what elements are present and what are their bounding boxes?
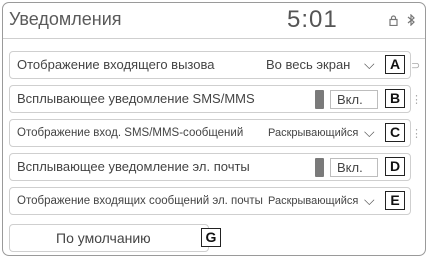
callout-label: B xyxy=(385,89,405,108)
callout-label: E xyxy=(385,191,405,210)
row-label: Отображение вход. SMS/MMS-сообщений xyxy=(17,127,244,139)
callout-label: A xyxy=(385,55,405,74)
toggle-indicator xyxy=(315,90,324,109)
email-display-row[interactable]: Отображение входящих сообщений эл. почты… xyxy=(9,187,411,215)
toggle-indicator xyxy=(315,158,324,177)
callout-label: D xyxy=(385,157,405,176)
status-area xyxy=(383,13,415,29)
scroll-indicator: ⋮ xyxy=(411,128,422,140)
default-button-label: По умолчанию xyxy=(56,230,151,246)
page-title: Уведомления xyxy=(9,9,122,29)
default-button[interactable]: По умолчанию xyxy=(9,224,209,252)
bluetooth-icon xyxy=(407,13,415,29)
dropdown-value: Во весь экран xyxy=(266,57,351,72)
scroll-indicator: ⊃ xyxy=(411,60,421,72)
dropdown-value: Раскрывающийся xyxy=(268,195,359,207)
sms-display-row[interactable]: Отображение вход. SMS/MMS-сообщений Раск… xyxy=(9,119,411,147)
callout-label: C xyxy=(385,123,405,142)
toggle-state[interactable]: Вкл. xyxy=(330,90,378,109)
chevron-down-icon: ⌵ xyxy=(364,124,375,140)
dropdown-value: Раскрывающийся xyxy=(268,127,359,139)
chevron-down-icon: ⌵ xyxy=(364,192,375,208)
callout-label: G xyxy=(201,228,221,247)
scroll-indicator: ⋮ xyxy=(411,94,422,106)
row-label: Всплывающее уведомление эл. почты xyxy=(17,159,250,174)
toggle-state[interactable]: Вкл. xyxy=(330,158,378,177)
row-label: Всплывающее уведомление SMS/MMS xyxy=(17,91,255,106)
sms-popup-row[interactable]: Всплывающее уведомление SMS/MMS Вкл. xyxy=(9,85,411,113)
incoming-call-display-row[interactable]: Отображение входящего вызова Во весь экр… xyxy=(9,51,411,79)
clock: 5:01 xyxy=(287,6,338,33)
notifications-screen: Уведомления 5:01 Отображение входящего в… xyxy=(2,2,426,256)
row-label: Отображение входящего вызова xyxy=(17,57,215,72)
header-bar: Уведомления 5:01 xyxy=(3,3,425,39)
lock-icon xyxy=(389,15,401,29)
chevron-down-icon: ⌵ xyxy=(364,56,375,72)
email-popup-row[interactable]: Всплывающее уведомление эл. почты Вкл. xyxy=(9,153,411,181)
row-label: Отображение входящих сообщений эл. почты xyxy=(17,195,263,207)
